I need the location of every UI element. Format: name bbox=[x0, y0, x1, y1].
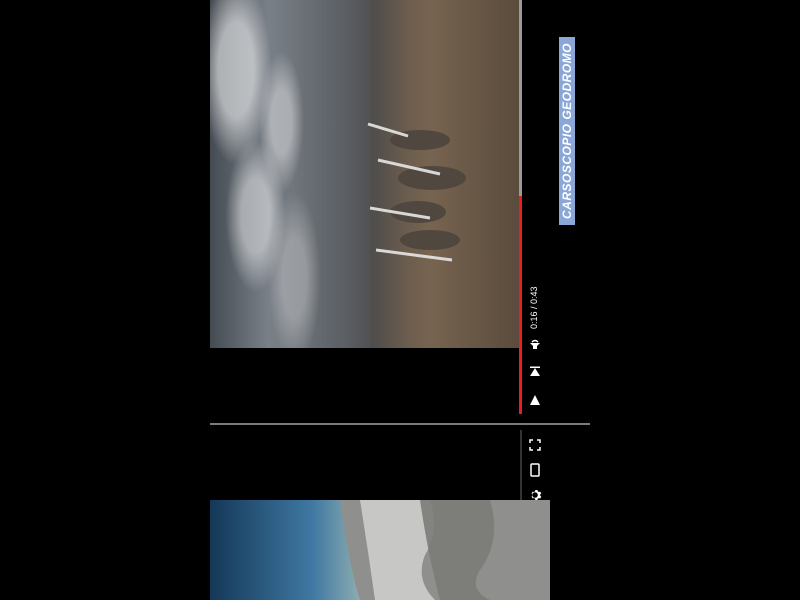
mobile-icon[interactable] bbox=[526, 461, 544, 479]
sky-clouds bbox=[210, 0, 340, 348]
video-frame-top bbox=[210, 0, 520, 348]
skip-icon[interactable] bbox=[526, 363, 544, 381]
channel-title-text: CARSOSCOPIO GEODROMO bbox=[560, 42, 575, 220]
time-display: 0:16 / 0:43 bbox=[529, 286, 539, 329]
animal-group bbox=[367, 122, 466, 262]
video-frame-bottom bbox=[210, 500, 550, 600]
channel-title-label: CARSOSCOPIO GEODROMO bbox=[559, 37, 575, 225]
progress-played[interactable] bbox=[519, 196, 522, 414]
play-icon[interactable] bbox=[526, 391, 544, 409]
audio-icon[interactable] bbox=[526, 336, 544, 354]
progress-track[interactable] bbox=[519, 0, 522, 196]
landscape-scene bbox=[340, 500, 550, 600]
fullscreen-icon[interactable] bbox=[526, 436, 544, 454]
separator bbox=[210, 423, 590, 425]
player-controls-top bbox=[520, 0, 548, 420]
